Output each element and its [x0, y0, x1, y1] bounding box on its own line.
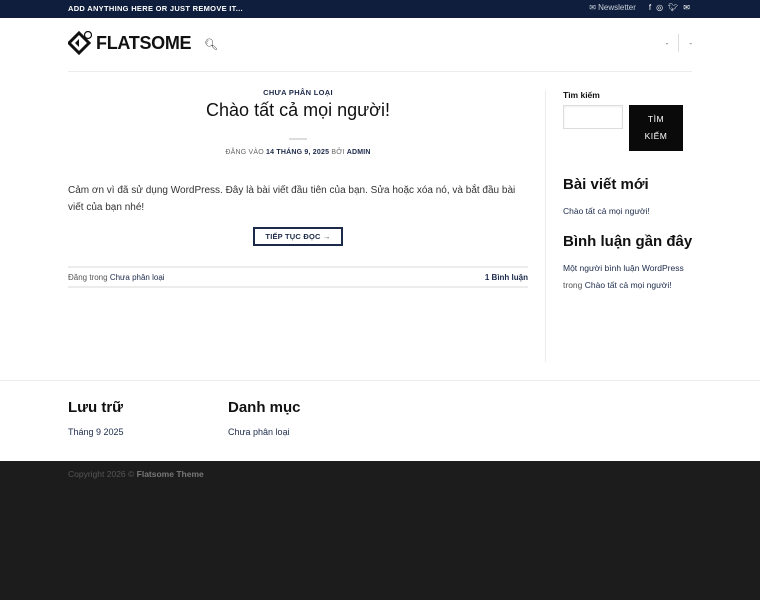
posted-category-link[interactable]: Chưa phân loại — [110, 273, 165, 282]
search-button-line1: TÌM — [647, 114, 665, 124]
recent-comment: Một người bình luận WordPress trong Chào… — [563, 260, 693, 294]
post-meta: ĐĂNG VÀO 14 THÁNG 9, 2025 BỞI ADMIN — [68, 149, 528, 156]
copyright-text: Copyright 2026 © — [68, 469, 135, 479]
post-category[interactable]: CHƯA PHÂN LOẠI — [263, 88, 333, 97]
meta-prefix: ĐĂNG VÀO — [225, 149, 264, 156]
search-icon[interactable]: 🔍︎ — [204, 38, 218, 51]
post-footer: Đăng trong Chưa phân loại 1 Bình luận — [68, 266, 528, 288]
post: CHƯA PHÂN LOẠI Chào tất cả mọi người! ĐĂ… — [68, 84, 528, 288]
read-more-button[interactable]: TIẾP TỤC ĐỌC → — [253, 227, 343, 246]
instagram-icon[interactable]: ◎ — [656, 3, 663, 12]
sidebar: Tìm kiếm TÌM KIẾM Bài viết mới Chào tất c… — [563, 90, 693, 294]
comment-in: trong — [563, 280, 583, 290]
recent-comments-title: Bình luận gần đây — [563, 233, 693, 250]
top-bar-message: ADD ANYTHING HERE OR JUST REMOVE IT... — [68, 4, 243, 13]
search-button[interactable]: TÌM KIẾM — [629, 105, 683, 151]
nav-item-1[interactable]: - — [666, 39, 669, 48]
nav-divider — [678, 34, 680, 52]
search-button-line2: KIẾM — [644, 131, 668, 141]
comments-link[interactable]: 1 Bình luận — [485, 273, 528, 282]
sidebar-divider — [545, 90, 546, 362]
post-author[interactable]: ADMIN — [347, 149, 371, 156]
envelope-icon: ✉ — [589, 3, 596, 12]
logo-text: FLATSOME — [96, 32, 192, 53]
newsletter-link[interactable]: ✉ Newsletter — [589, 3, 636, 12]
title-divider — [289, 138, 307, 140]
post-excerpt: Cảm ơn vì đã sử dụng WordPress. Đây là b… — [68, 185, 516, 213]
comment-post-link[interactable]: Chào tất cả mọi người! — [585, 280, 672, 290]
nav-item-2[interactable]: - — [689, 39, 692, 48]
twitter-icon[interactable]: 🐦︎ — [668, 3, 678, 12]
recent-post-link[interactable]: Chào tất cả mọi người! — [563, 206, 650, 216]
newsletter-label: Newsletter — [598, 3, 636, 12]
header: FLATSOME 🔍︎ - - — [68, 18, 692, 72]
facebook-icon[interactable]: f — [649, 3, 651, 12]
post-date[interactable]: 14 THÁNG 9, 2025 — [266, 149, 329, 156]
footer: Copyright 2026 © Flatsome Theme — [0, 461, 760, 600]
logo[interactable]: FLATSOME — [68, 30, 192, 56]
meta-by: BỞI — [331, 149, 345, 156]
category-link[interactable]: Chưa phân loại — [228, 427, 301, 437]
comment-author-link[interactable]: Một người bình luận WordPress — [563, 263, 684, 273]
email-icon[interactable]: ✉ — [683, 3, 690, 12]
search-label: Tìm kiếm — [563, 90, 600, 100]
logo-icon — [68, 30, 92, 56]
copyright: Copyright 2026 © Flatsome Theme — [68, 469, 204, 479]
posted-in-label: Đăng trong — [68, 272, 108, 282]
search-input[interactable] — [563, 105, 623, 129]
categories-title: Danh mục — [228, 399, 301, 416]
post-title[interactable]: Chào tất cả mọi người! — [206, 100, 390, 120]
theme-link[interactable]: Flatsome Theme — [137, 469, 204, 479]
archive-title: Lưu trữ — [68, 399, 124, 416]
recent-posts-title: Bài viết mới — [563, 176, 649, 193]
archive-link[interactable]: Tháng 9 2025 — [68, 427, 124, 437]
top-bar: ADD ANYTHING HERE OR JUST REMOVE IT... ✉… — [0, 0, 760, 18]
footer-widgets: Lưu trữ Tháng 9 2025 Danh mục Chưa phân lo… — [0, 380, 760, 461]
